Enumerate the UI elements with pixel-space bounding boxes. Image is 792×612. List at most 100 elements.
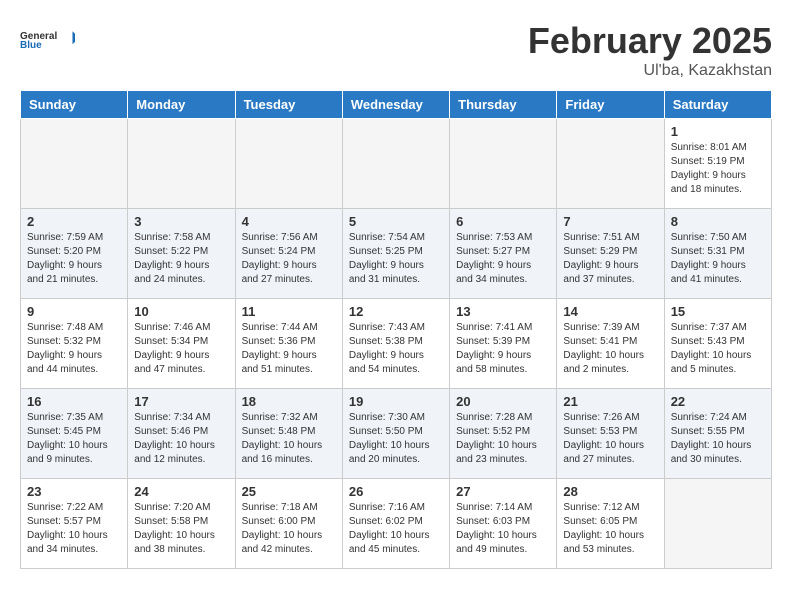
day-number: 5 (349, 214, 443, 229)
calendar-cell: 21 Sunrise: 7:26 AM Sunset: 5:53 PM Dayli… (557, 389, 664, 479)
day-info: Sunrise: 7:20 AM Sunset: 5:58 PM Dayligh… (134, 501, 228, 557)
month-title: February 2025 (528, 20, 772, 62)
day-number: 19 (349, 394, 443, 409)
day-number: 27 (456, 484, 550, 499)
day-info: Sunrise: 7:32 AM Sunset: 5:48 PM Dayligh… (242, 411, 336, 467)
day-info: Sunrise: 7:41 AM Sunset: 5:39 PM Dayligh… (456, 321, 550, 377)
day-info: Sunrise: 7:44 AM Sunset: 5:36 PM Dayligh… (242, 321, 336, 377)
day-number: 10 (134, 304, 228, 319)
calendar-cell: 25 Sunrise: 7:18 AM Sunset: 6:00 PM Dayli… (235, 479, 342, 569)
logo: General Blue (20, 20, 75, 60)
day-info: Sunrise: 7:59 AM Sunset: 5:20 PM Dayligh… (27, 231, 121, 287)
day-info: Sunrise: 7:46 AM Sunset: 5:34 PM Dayligh… (134, 321, 228, 377)
week-row-2: 2 Sunrise: 7:59 AM Sunset: 5:20 PM Daylig… (21, 209, 772, 299)
calendar-cell: 16 Sunrise: 7:35 AM Sunset: 5:45 PM Dayli… (21, 389, 128, 479)
calendar-cell: 1Sunrise: 8:01 AM Sunset: 5:19 PM Daylig… (664, 119, 771, 209)
week-row-3: 9 Sunrise: 7:48 AM Sunset: 5:32 PM Daylig… (21, 299, 772, 389)
column-header-thursday: Thursday (450, 91, 557, 119)
calendar-cell (664, 479, 771, 569)
day-number: 18 (242, 394, 336, 409)
day-number: 4 (242, 214, 336, 229)
calendar-cell: 5Sunrise: 7:54 AM Sunset: 5:25 PM Daylig… (342, 209, 449, 299)
calendar-cell: 13Sunrise: 7:41 AM Sunset: 5:39 PM Dayli… (450, 299, 557, 389)
calendar-cell (450, 119, 557, 209)
calendar-cell: 9 Sunrise: 7:48 AM Sunset: 5:32 PM Daylig… (21, 299, 128, 389)
logo-svg: General Blue (20, 20, 75, 60)
week-row-4: 16 Sunrise: 7:35 AM Sunset: 5:45 PM Dayli… (21, 389, 772, 479)
day-info: Sunrise: 7:39 AM Sunset: 5:41 PM Dayligh… (563, 321, 657, 377)
day-number: 20 (456, 394, 550, 409)
day-info: Sunrise: 7:56 AM Sunset: 5:24 PM Dayligh… (242, 231, 336, 287)
header-row: SundayMondayTuesdayWednesdayThursdayFrid… (21, 91, 772, 119)
day-info: Sunrise: 7:34 AM Sunset: 5:46 PM Dayligh… (134, 411, 228, 467)
week-row-1: 1Sunrise: 8:01 AM Sunset: 5:19 PM Daylig… (21, 119, 772, 209)
day-info: Sunrise: 7:48 AM Sunset: 5:32 PM Dayligh… (27, 321, 121, 377)
calendar-cell: 27 Sunrise: 7:14 AM Sunset: 6:03 PM Dayli… (450, 479, 557, 569)
calendar-cell: 14 Sunrise: 7:39 AM Sunset: 5:41 PM Dayli… (557, 299, 664, 389)
day-number: 3 (134, 214, 228, 229)
day-info: Sunrise: 7:16 AM Sunset: 6:02 PM Dayligh… (349, 501, 443, 557)
calendar-cell: 20 Sunrise: 7:28 AM Sunset: 5:52 PM Dayli… (450, 389, 557, 479)
day-info: Sunrise: 7:43 AM Sunset: 5:38 PM Dayligh… (349, 321, 443, 377)
calendar: SundayMondayTuesdayWednesdayThursdayFrid… (20, 90, 772, 569)
calendar-cell: 7Sunrise: 7:51 AM Sunset: 5:29 PM Daylig… (557, 209, 664, 299)
day-info: Sunrise: 7:26 AM Sunset: 5:53 PM Dayligh… (563, 411, 657, 467)
title-block: February 2025 Ul'ba, Kazakhstan (528, 20, 772, 80)
column-header-monday: Monday (128, 91, 235, 119)
location: Ul'ba, Kazakhstan (528, 62, 772, 80)
day-info: Sunrise: 7:12 AM Sunset: 6:05 PM Dayligh… (563, 501, 657, 557)
calendar-cell (557, 119, 664, 209)
day-info: Sunrise: 7:51 AM Sunset: 5:29 PM Dayligh… (563, 231, 657, 287)
calendar-cell: 17 Sunrise: 7:34 AM Sunset: 5:46 PM Dayli… (128, 389, 235, 479)
day-info: Sunrise: 7:22 AM Sunset: 5:57 PM Dayligh… (27, 501, 121, 557)
column-header-sunday: Sunday (21, 91, 128, 119)
day-number: 9 (27, 304, 121, 319)
day-info: Sunrise: 7:30 AM Sunset: 5:50 PM Dayligh… (349, 411, 443, 467)
day-number: 15 (671, 304, 765, 319)
day-info: Sunrise: 7:28 AM Sunset: 5:52 PM Dayligh… (456, 411, 550, 467)
calendar-cell: 28Sunrise: 7:12 AM Sunset: 6:05 PM Dayli… (557, 479, 664, 569)
day-info: Sunrise: 7:58 AM Sunset: 5:22 PM Dayligh… (134, 231, 228, 287)
week-row-5: 23 Sunrise: 7:22 AM Sunset: 5:57 PM Dayli… (21, 479, 772, 569)
day-number: 23 (27, 484, 121, 499)
day-number: 11 (242, 304, 336, 319)
calendar-cell: 26 Sunrise: 7:16 AM Sunset: 6:02 PM Dayli… (342, 479, 449, 569)
day-info: Sunrise: 7:24 AM Sunset: 5:55 PM Dayligh… (671, 411, 765, 467)
day-info: Sunrise: 7:18 AM Sunset: 6:00 PM Dayligh… (242, 501, 336, 557)
calendar-cell: 6Sunrise: 7:53 AM Sunset: 5:27 PM Daylig… (450, 209, 557, 299)
day-info: Sunrise: 7:37 AM Sunset: 5:43 PM Dayligh… (671, 321, 765, 377)
calendar-cell: 10 Sunrise: 7:46 AM Sunset: 5:34 PM Dayli… (128, 299, 235, 389)
day-info: Sunrise: 8:01 AM Sunset: 5:19 PM Dayligh… (671, 141, 765, 197)
calendar-cell: 4 Sunrise: 7:56 AM Sunset: 5:24 PM Daylig… (235, 209, 342, 299)
column-header-tuesday: Tuesday (235, 91, 342, 119)
day-info: Sunrise: 7:50 AM Sunset: 5:31 PM Dayligh… (671, 231, 765, 287)
calendar-cell (235, 119, 342, 209)
column-header-friday: Friday (557, 91, 664, 119)
day-number: 16 (27, 394, 121, 409)
calendar-cell (342, 119, 449, 209)
day-number: 8 (671, 214, 765, 229)
calendar-cell: 8 Sunrise: 7:50 AM Sunset: 5:31 PM Daylig… (664, 209, 771, 299)
page-header: General Blue February 2025 Ul'ba, Kazakh… (20, 20, 772, 80)
calendar-cell (128, 119, 235, 209)
svg-text:Blue: Blue (20, 40, 42, 51)
column-header-saturday: Saturday (664, 91, 771, 119)
calendar-cell: 12 Sunrise: 7:43 AM Sunset: 5:38 PM Dayli… (342, 299, 449, 389)
day-number: 14 (563, 304, 657, 319)
day-number: 6 (456, 214, 550, 229)
day-info: Sunrise: 7:35 AM Sunset: 5:45 PM Dayligh… (27, 411, 121, 467)
day-number: 24 (134, 484, 228, 499)
day-number: 17 (134, 394, 228, 409)
day-number: 2 (27, 214, 121, 229)
day-number: 26 (349, 484, 443, 499)
calendar-cell (21, 119, 128, 209)
calendar-cell: 11 Sunrise: 7:44 AM Sunset: 5:36 PM Dayli… (235, 299, 342, 389)
calendar-cell: 22Sunrise: 7:24 AM Sunset: 5:55 PM Dayli… (664, 389, 771, 479)
day-info: Sunrise: 7:14 AM Sunset: 6:03 PM Dayligh… (456, 501, 550, 557)
calendar-cell: 2 Sunrise: 7:59 AM Sunset: 5:20 PM Daylig… (21, 209, 128, 299)
day-number: 25 (242, 484, 336, 499)
day-number: 12 (349, 304, 443, 319)
calendar-cell: 24 Sunrise: 7:20 AM Sunset: 5:58 PM Dayli… (128, 479, 235, 569)
day-number: 21 (563, 394, 657, 409)
column-header-wednesday: Wednesday (342, 91, 449, 119)
